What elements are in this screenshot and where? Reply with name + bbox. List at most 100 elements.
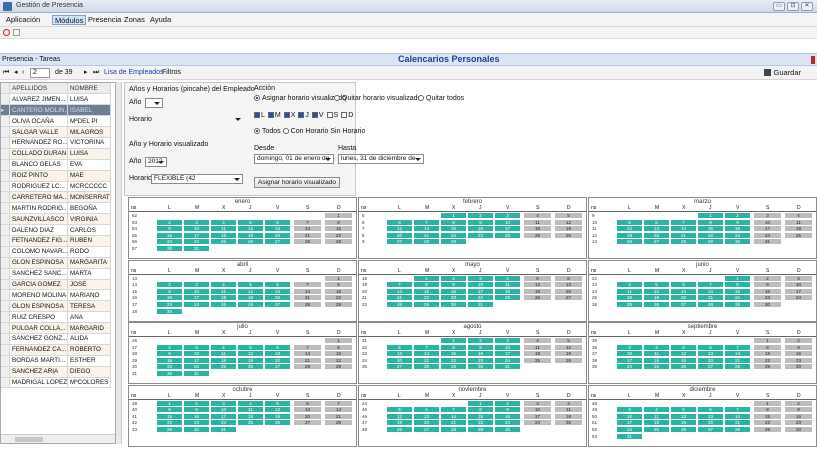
calendar-day[interactable]: 29 xyxy=(325,301,352,307)
row-selector[interactable] xyxy=(1,289,10,302)
calendar-day[interactable]: 1 xyxy=(468,400,493,406)
calendar-day[interactable]: 15 xyxy=(325,288,352,294)
calendar-day[interactable]: 23 xyxy=(725,232,750,238)
calendar-day[interactable]: 2 xyxy=(468,338,493,343)
calendar-day[interactable]: 3 xyxy=(617,344,642,350)
calendar-day[interactable]: 9 xyxy=(785,407,812,413)
calendar-day[interactable]: 20 xyxy=(387,232,412,238)
calendar-day[interactable]: 21 xyxy=(294,295,321,301)
calendar-day[interactable]: 5 xyxy=(617,219,642,225)
calendar-day[interactable]: 13 xyxy=(698,413,723,419)
calendar-day[interactable]: 4 xyxy=(238,400,263,406)
calendar-day[interactable]: 20 xyxy=(698,357,723,363)
calendar-day[interactable]: 17 xyxy=(211,413,236,419)
calendar-day[interactable]: 22 xyxy=(754,420,781,426)
cell-nombre[interactable]: VICTORINA xyxy=(67,137,111,149)
cell-apellidos[interactable]: SALGAR VALLE xyxy=(9,126,69,138)
calendar-day[interactable]: 21 xyxy=(414,357,439,363)
calendar-day[interactable]: 18 xyxy=(524,351,551,357)
calendar-day[interactable]: 8 xyxy=(157,407,182,413)
cell-nombre[interactable]: LUISA xyxy=(67,148,111,160)
calendar-day[interactable]: 26 xyxy=(671,426,696,432)
day-checkbox-v[interactable]: V xyxy=(311,112,324,119)
calendar-day[interactable]: 6 xyxy=(698,407,723,413)
row-selector[interactable]: ▸ xyxy=(1,104,10,117)
calendar-day[interactable]: 8 xyxy=(698,219,723,225)
calendar-day[interactable]: 4 xyxy=(644,407,669,413)
calendar-day[interactable]: 10 xyxy=(184,288,209,294)
calendar-day[interactable]: 3 xyxy=(495,338,520,343)
calendar-day[interactable]: 19 xyxy=(671,357,696,363)
cell-nombre[interactable]: TERESA xyxy=(67,300,111,313)
calendar-day[interactable]: 25 xyxy=(211,301,236,307)
calendar-day[interactable]: 29 xyxy=(325,364,352,370)
table-row[interactable]: MARTIN RODRIG... BEGOÑA xyxy=(1,202,111,215)
table-row[interactable]: COLOMO NAVAR... RODO xyxy=(1,246,111,258)
cell-apellidos[interactable]: HERNANDEZ RO... xyxy=(9,137,69,149)
calendar-day[interactable]: 18 xyxy=(211,232,236,238)
calendar-day[interactable]: 4 xyxy=(211,282,236,288)
calendar-day[interactable]: 22 xyxy=(754,357,781,363)
horario-select[interactable] xyxy=(129,115,243,125)
calendar-day[interactable]: 15 xyxy=(754,351,781,357)
calendar-day[interactable]: 17 xyxy=(617,357,642,363)
calendar-day[interactable]: 12 xyxy=(617,226,642,232)
col-nombre[interactable]: NOMBRE xyxy=(67,83,111,95)
cell-nombre[interactable]: MARTA xyxy=(67,268,111,280)
calendar-day[interactable]: 7 xyxy=(294,344,321,350)
cell-nombre[interactable]: JOSE xyxy=(67,279,111,291)
table-row[interactable]: COLLADO DURAN LUISA xyxy=(1,148,111,160)
cell-apellidos[interactable]: SAUNZVILLASCO xyxy=(9,213,69,226)
calendar-day[interactable]: 16 xyxy=(157,357,182,363)
calendar-day[interactable]: 12 xyxy=(671,351,696,357)
calendar-day[interactable]: 10 xyxy=(785,282,812,288)
cell-apellidos[interactable]: FERNANDEZ CA... xyxy=(9,344,69,356)
calendar-day[interactable]: 7 xyxy=(441,407,466,413)
table-row[interactable]: CARRETERO MA... MONSERRAT xyxy=(1,191,111,204)
calendar-day[interactable]: 14 xyxy=(414,351,439,357)
calendar-day[interactable]: 7 xyxy=(725,344,750,350)
calendar-day[interactable]: 24 xyxy=(211,420,236,426)
calendar-day[interactable]: 16 xyxy=(157,232,182,238)
cell-nombre[interactable]: LUISA xyxy=(67,93,111,106)
calendar-day[interactable]: 18 xyxy=(644,420,669,426)
calendar-day[interactable]: 15 xyxy=(325,226,352,232)
calendar-day[interactable]: 14 xyxy=(387,288,412,294)
cell-nombre[interactable]: VIRGINIA xyxy=(67,213,111,226)
table-row[interactable]: ALVAREZ JIMEN... LUISA xyxy=(1,93,111,106)
calendar-day[interactable]: 24 xyxy=(468,295,493,301)
filters-dropdown[interactable]: Filtros xyxy=(162,68,181,78)
calendar-day[interactable]: 17 xyxy=(495,226,520,232)
calendar-day[interactable]: 20 xyxy=(265,232,290,238)
calendar-day[interactable]: 17 xyxy=(524,413,551,419)
cell-apellidos[interactable]: GARCIA GOMEZ xyxy=(9,279,69,291)
cell-apellidos[interactable]: BLANCO GELAS xyxy=(9,159,69,171)
calendar-day[interactable]: 20 xyxy=(671,295,696,301)
calendar-day[interactable]: 28 xyxy=(671,239,696,245)
calendar-day[interactable]: 7 xyxy=(294,219,321,225)
calendar-day[interactable]: 13 xyxy=(671,288,696,294)
calendar-day[interactable]: 1 xyxy=(157,400,182,406)
table-row[interactable]: SANCHEZ SANC... MARTA xyxy=(1,268,111,280)
calendar-day[interactable]: 23 xyxy=(495,420,520,426)
calendar-day[interactable]: 10 xyxy=(495,344,520,350)
calendar-day[interactable]: 19 xyxy=(671,420,696,426)
calendar-day[interactable]: 10 xyxy=(495,219,520,225)
calendar-day[interactable]: 23 xyxy=(785,420,812,426)
calendar-day[interactable]: 26 xyxy=(644,301,669,307)
calendar-day[interactable]: 8 xyxy=(325,219,352,225)
calendar-day[interactable]: 15 xyxy=(157,413,182,419)
calendar-day[interactable]: 26 xyxy=(555,232,582,238)
calendar-day[interactable]: 10 xyxy=(184,226,209,232)
next-record-icon[interactable]: ▸ xyxy=(84,68,88,78)
calendar-day[interactable]: 14 xyxy=(725,413,750,419)
calendar-day[interactable]: 8 xyxy=(414,282,439,288)
calendar-day[interactable]: 9 xyxy=(468,219,493,225)
calendar-day[interactable]: 10 xyxy=(617,351,642,357)
cell-nombre[interactable]: ALIDA xyxy=(67,333,111,345)
radio-con-horario[interactable]: Con Horario xyxy=(282,128,328,135)
calendar-day[interactable]: 14 xyxy=(725,351,750,357)
calendar-day[interactable]: 5 xyxy=(265,400,290,406)
calendar-day[interactable]: 7 xyxy=(294,282,321,288)
calendar-day[interactable]: 28 xyxy=(387,301,412,307)
